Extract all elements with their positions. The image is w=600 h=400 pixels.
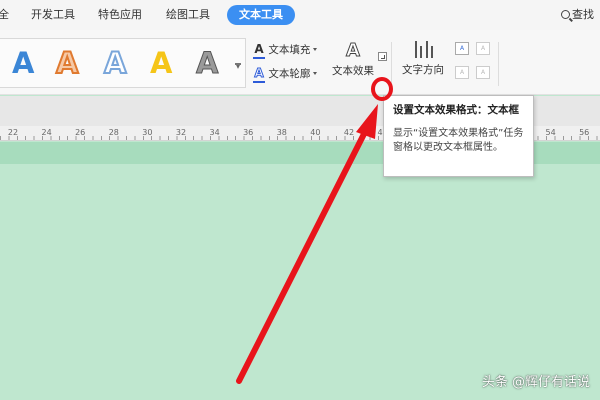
ribbon-divider — [498, 42, 499, 86]
text-outline-button[interactable]: A 文本轮廓 — [253, 64, 318, 83]
text-fill-button[interactable]: A 文本填充 — [253, 40, 318, 59]
tooltip-body: 显示“设置文本效果格式”任务窗格以更改文本框属性。 — [393, 128, 524, 153]
tab-truncated[interactable]: 全 — [0, 5, 9, 25]
tab-drawing-tools[interactable]: 绘图工具 — [166, 5, 210, 25]
tooltip-title: 设置文本效果格式：文本框 — [393, 104, 519, 116]
text-effect-button[interactable]: A 文本效果 — [330, 38, 376, 86]
ribbon-divider — [391, 42, 392, 86]
search-label: 查找 — [572, 8, 594, 21]
text-direction-icon — [412, 41, 434, 61]
wordart-style-blue-outline[interactable]: A — [103, 45, 127, 81]
wordart-style-gray-bevel[interactable]: A — [195, 45, 218, 81]
textbox-unlink-icon[interactable]: A — [476, 66, 490, 79]
text-outline-label: 文本轮廓 — [268, 68, 311, 80]
tab-special-apps[interactable]: 特色应用 — [98, 5, 142, 25]
wordart-style-orange-outline[interactable]: A — [55, 45, 79, 81]
text-direction-label: 文字方向 — [402, 64, 444, 76]
text-direction-button[interactable]: 文字方向 — [398, 38, 448, 86]
textbox-link-icon[interactable]: A — [476, 42, 490, 55]
textbox-align-icon[interactable]: A — [455, 42, 469, 55]
dialog-launcher-icon[interactable] — [378, 52, 387, 61]
wordart-style-gold[interactable]: A — [150, 45, 172, 81]
menu-tab-bar: 全 开发工具 特色应用 绘图工具 文本工具 查找 — [0, 0, 600, 30]
text-effect-icon: A — [346, 40, 361, 62]
wordart-style-blue[interactable]: A — [12, 45, 34, 81]
text-fill-icon: A — [253, 42, 265, 59]
gallery-expand-icon[interactable]: ▾ — [233, 61, 243, 73]
document-canvas[interactable] — [0, 142, 600, 400]
tab-text-tools[interactable]: 文本工具 — [227, 5, 295, 25]
text-effect-label: 文本效果 — [332, 65, 374, 77]
text-outline-icon: A — [253, 66, 265, 83]
search-button[interactable]: 查找 — [561, 5, 594, 25]
ribbon-toolbar: A A A A A ▾ A 文本填充 A 文本轮廓 A 文本效果 文字方向 A … — [0, 30, 600, 95]
chevron-down-icon — [313, 48, 318, 51]
chevron-down-icon — [313, 72, 318, 75]
tooltip: 设置文本效果格式：文本框 显示“设置文本效果格式”任务窗格以更改文本框属性。 — [383, 95, 534, 177]
textbox-wrap-icon[interactable]: A — [455, 66, 469, 79]
tab-developer-tools[interactable]: 开发工具 — [31, 5, 75, 25]
search-icon — [561, 10, 570, 19]
text-fill-label: 文本填充 — [268, 44, 311, 56]
wordart-style-gallery: A A A A A ▾ — [0, 38, 246, 88]
watermark: 头条 @辉仔有话说 — [481, 375, 590, 390]
